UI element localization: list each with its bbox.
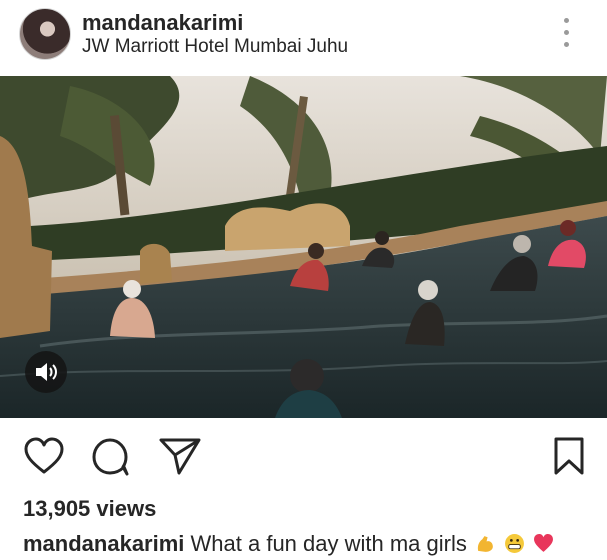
more-options-icon[interactable] [560, 16, 574, 50]
sound-on-icon[interactable] [25, 351, 67, 393]
caption-text: What a fun day with ma girls [190, 531, 467, 556]
flexed-biceps-emoji [477, 536, 493, 552]
location-link[interactable]: JW Marriott Hotel Mumbai Juhu [82, 36, 348, 58]
video-frame [0, 76, 607, 418]
heart-icon[interactable] [23, 436, 65, 476]
grimacing-face-emoji [505, 534, 525, 553]
avatar[interactable] [19, 8, 71, 60]
bookmark-icon[interactable] [553, 436, 585, 476]
caption-username[interactable]: mandanakarimi [23, 531, 184, 556]
view-count[interactable]: 13,905 views [23, 496, 156, 522]
video-player[interactable] [0, 76, 607, 418]
username[interactable]: mandanakarimi [82, 10, 243, 36]
red-heart-emoji [534, 534, 554, 552]
action-bar [0, 430, 607, 490]
post-header: mandanakarimi JW Marriott Hotel Mumbai J… [0, 0, 607, 76]
send-icon[interactable] [158, 436, 202, 476]
comment-icon[interactable] [91, 436, 133, 476]
caption: mandanakarimi What a fun day with ma gir… [23, 531, 554, 557]
